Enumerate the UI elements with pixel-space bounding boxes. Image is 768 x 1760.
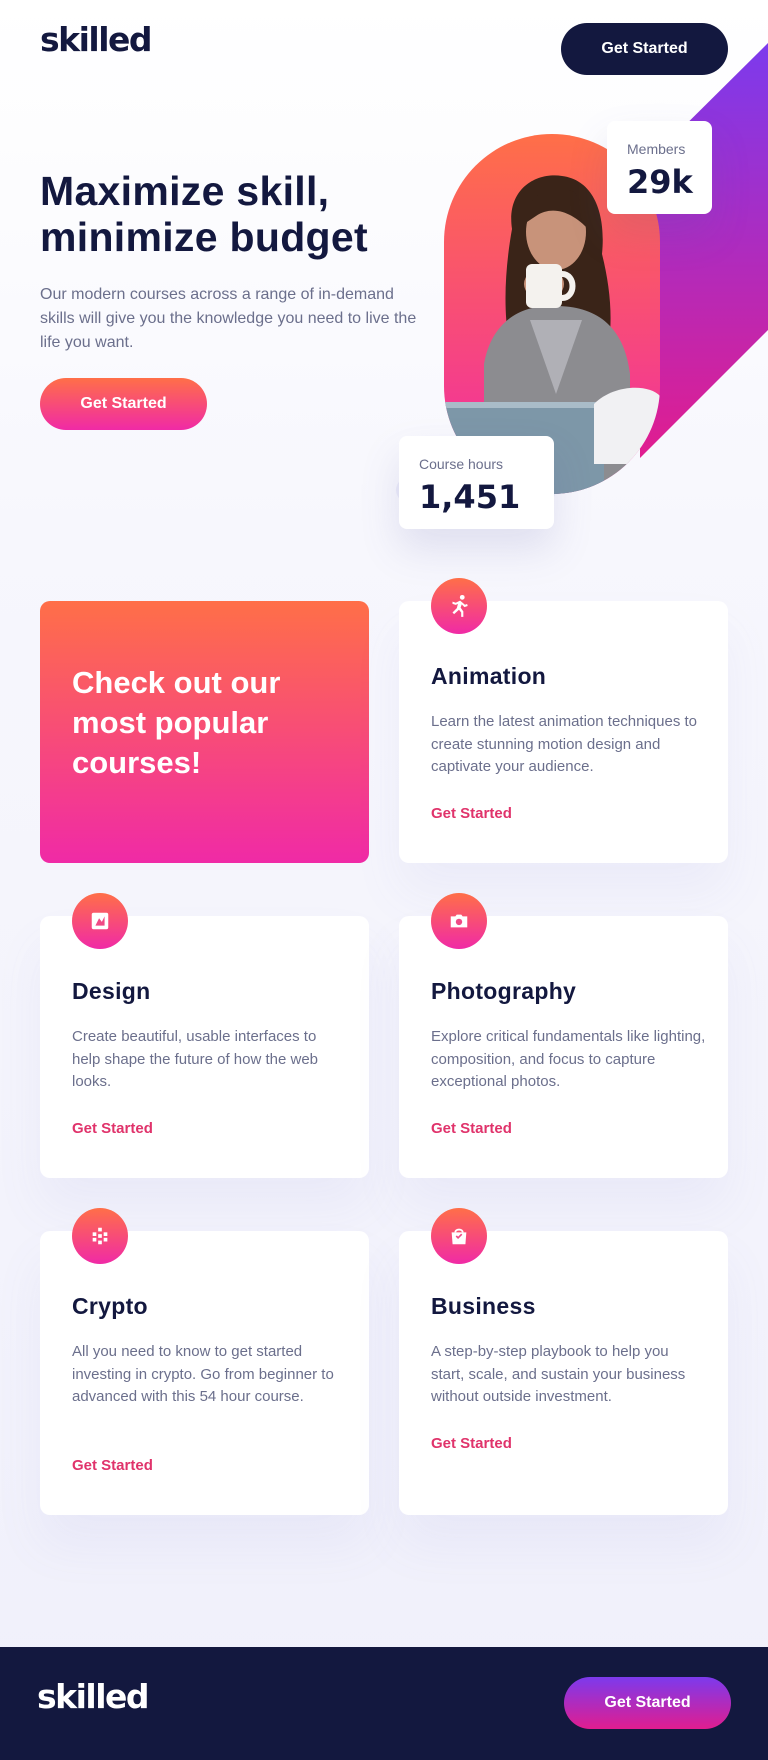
course-description: Explore critical fundamentals like light… (431, 1028, 706, 1090)
camera-icon (431, 893, 487, 949)
hero-title: Maximize skill, minimize budget (40, 168, 368, 260)
course-card-design: Design Create beautiful, usable interfac… (40, 893, 369, 1178)
course-description: Create beautiful, usable interfaces to h… (72, 1028, 319, 1090)
course-title: Photography (431, 978, 577, 1004)
course-description: All you need to know to get started inve… (72, 1343, 334, 1405)
course-title: Animation (431, 663, 547, 689)
members-value: 29k (627, 163, 693, 201)
business-get-started-link[interactable]: Get Started (431, 1435, 512, 1452)
hero-text: Our modern courses across a range of in-… (40, 286, 417, 351)
course-description: A step-by-step playbook to help you star… (431, 1343, 686, 1405)
shopping-bag-icon (431, 1208, 487, 1264)
members-label: Members (627, 141, 686, 157)
course-card-crypto: Crypto All you need to know to get start… (40, 1208, 369, 1515)
footer-get-started-button[interactable]: Get Started (564, 1677, 731, 1729)
course-description: Learn the latest animation techniques to… (431, 713, 698, 775)
crypto-grid-icon (72, 1208, 128, 1264)
running-figure-icon (431, 578, 487, 634)
course-card-business: Business A step-by-step playbook to help… (399, 1208, 728, 1515)
course-hours-stat-card: Course hours 1,451 (399, 436, 554, 529)
design-get-started-link[interactable]: Get Started (72, 1120, 153, 1137)
course-card-animation: Animation Learn the latest animation tec… (399, 578, 728, 863)
course-title: Crypto (72, 1293, 148, 1319)
course-title: Design (72, 978, 151, 1004)
promo-text: Check out our most popular courses! (72, 665, 281, 780)
members-stat-card: Members 29k (607, 121, 712, 214)
course-hours-label: Course hours (419, 456, 504, 472)
header: skilled Get Started (0, 0, 768, 90)
animation-get-started-link[interactable]: Get Started (431, 805, 512, 822)
design-frame-icon (72, 893, 128, 949)
popular-courses-promo: Check out our most popular courses! (40, 601, 369, 863)
header-get-started-button[interactable]: Get Started (561, 23, 728, 75)
logo[interactable]: skilled (40, 20, 153, 59)
course-hours-value: 1,451 (419, 478, 521, 516)
photography-get-started-link[interactable]: Get Started (431, 1120, 512, 1137)
crypto-get-started-link[interactable]: Get Started (72, 1457, 153, 1474)
course-title: Business (431, 1293, 536, 1319)
hero-get-started-button[interactable]: Get Started (40, 378, 207, 430)
footer: skilled Get Started (0, 1647, 768, 1760)
course-card-photography: Photography Explore critical fundamental… (399, 893, 728, 1178)
footer-logo[interactable]: skilled (37, 1677, 150, 1716)
